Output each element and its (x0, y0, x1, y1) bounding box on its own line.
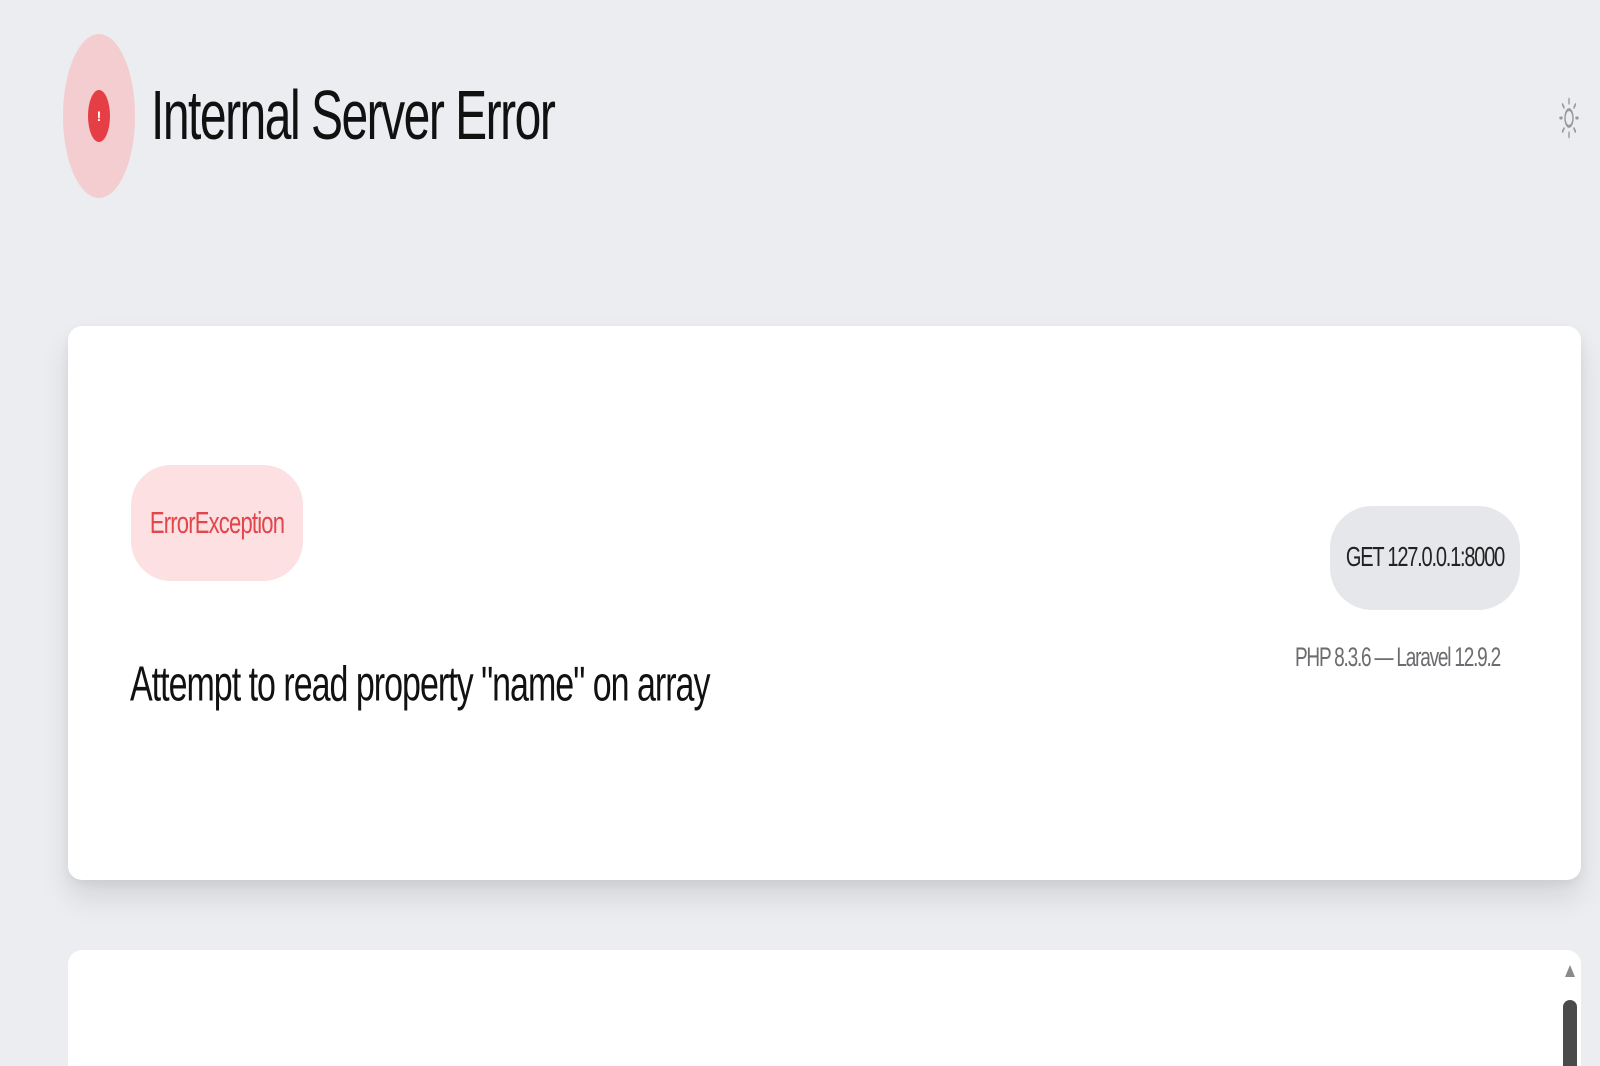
sun-icon (1559, 97, 1579, 139)
scroll-up-arrow-icon[interactable] (1565, 965, 1575, 977)
exception-card: ErrorException Attempt to read property … (68, 326, 1581, 880)
stack-trace-card (68, 950, 1581, 1066)
request-url-pill[interactable]: GET 127.0.0.1:8000 (1330, 506, 1520, 610)
exclamation-icon: ! (88, 90, 110, 142)
error-status-badge: ! (63, 34, 135, 198)
page-header: ! Internal Server Error (63, 34, 556, 198)
version-info: PHP 8.3.6 — Laravel 12.9.2 (1294, 643, 1501, 673)
exception-class-label: ErrorException (149, 504, 285, 540)
scrollbar-thumb[interactable] (1563, 1000, 1577, 1066)
request-url-label: GET 127.0.0.1:8000 (1345, 541, 1505, 573)
page-title: Internal Server Error (151, 77, 556, 155)
exception-message: Attempt to read property "name" on array (130, 657, 710, 713)
error-page: ! Internal Server Error ErrorException A… (0, 0, 1600, 1066)
theme-toggle-button[interactable] (1556, 90, 1582, 146)
exclamation-glyph: ! (96, 108, 102, 124)
exception-class-badge: ErrorException (131, 465, 303, 581)
